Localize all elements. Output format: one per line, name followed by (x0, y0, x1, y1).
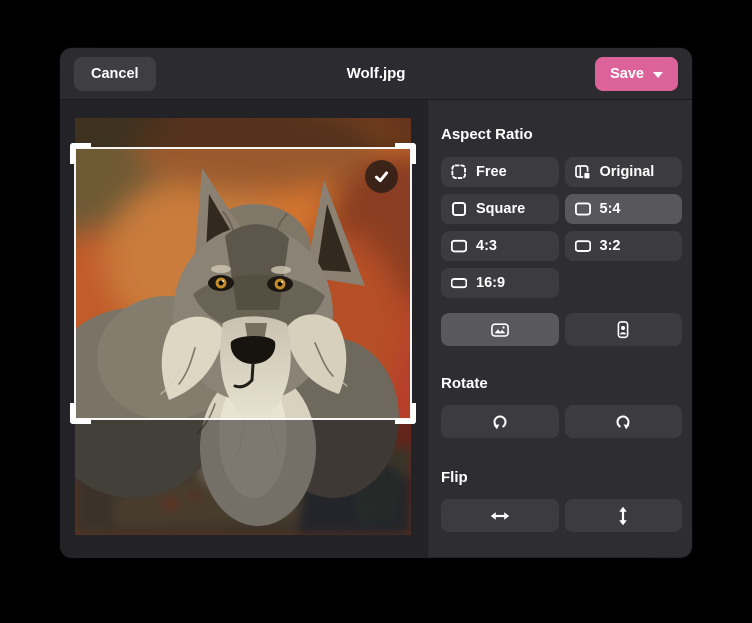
aspect-original-button[interactable]: Original (565, 157, 683, 187)
rotate-clockwise-button[interactable] (565, 405, 683, 438)
aspect-16-9-label: 16:9 (476, 275, 505, 291)
portrait-photo-icon (614, 321, 632, 339)
square-icon (451, 201, 467, 217)
rotate-heading: Rotate (441, 375, 682, 392)
rect-4-3-icon (451, 238, 467, 254)
rect-5-4-icon (575, 201, 591, 217)
rotate-counterclockwise-button[interactable] (441, 405, 559, 438)
edit-sidebar: Aspect Ratio Free (427, 100, 692, 557)
rotate-row (441, 405, 682, 438)
rect-16-9-icon (451, 275, 467, 291)
orientation-row (441, 313, 682, 346)
crop-handle-top-right[interactable] (395, 143, 416, 164)
aspect-3-2-label: 3:2 (600, 238, 621, 254)
landscape-photo-icon (491, 322, 509, 338)
rotate-cw-icon (614, 413, 632, 431)
flip-row (441, 499, 682, 532)
flip-heading: Flip (441, 469, 682, 486)
flip-vertical-icon (615, 506, 631, 526)
canvas-panel (60, 100, 427, 557)
cancel-button[interactable]: Cancel (74, 57, 156, 91)
crop-handle-top-left[interactable] (70, 143, 91, 164)
checkmark-icon (372, 167, 391, 186)
crop-handle-bottom-left[interactable] (70, 403, 91, 424)
aspect-free-label: Free (476, 164, 507, 180)
rotate-ccw-icon (491, 413, 509, 431)
aspect-4-3-label: 4:3 (476, 238, 497, 254)
aspect-ratio-heading: Aspect Ratio (441, 126, 682, 143)
aspect-3-2-button[interactable]: 3:2 (565, 231, 683, 261)
free-selection-icon (451, 164, 467, 180)
crop-handle-bottom-right[interactable] (395, 403, 416, 424)
aspect-square-label: Square (476, 201, 525, 217)
rect-3-2-icon (575, 238, 591, 254)
aspect-ratio-grid: Free Original (441, 157, 682, 298)
aspect-5-4-button[interactable]: 5:4 (565, 194, 683, 224)
aspect-16-9-button[interactable]: 16:9 (441, 268, 559, 298)
original-aspect-icon (575, 164, 591, 180)
orientation-portrait-button[interactable] (565, 313, 683, 346)
aspect-original-label: Original (600, 164, 655, 180)
flip-horizontal-button[interactable] (441, 499, 559, 532)
flip-horizontal-icon (490, 508, 510, 524)
image-editor-window: Cancel Wolf.jpg Save (60, 48, 692, 558)
apply-crop-button[interactable] (365, 160, 398, 193)
aspect-5-4-label: 5:4 (600, 201, 621, 217)
aspect-square-button[interactable]: Square (441, 194, 559, 224)
header-bar: Cancel Wolf.jpg Save (60, 48, 692, 100)
crop-region[interactable] (74, 147, 412, 420)
image-stage (75, 118, 411, 535)
aspect-4-3-button[interactable]: 4:3 (441, 231, 559, 261)
chevron-down-icon (653, 72, 663, 78)
save-split-button[interactable]: Save (595, 57, 678, 91)
aspect-free-button[interactable]: Free (441, 157, 559, 187)
save-button-label: Save (610, 66, 644, 82)
flip-vertical-button[interactable] (565, 499, 683, 532)
orientation-landscape-button[interactable] (441, 313, 559, 346)
